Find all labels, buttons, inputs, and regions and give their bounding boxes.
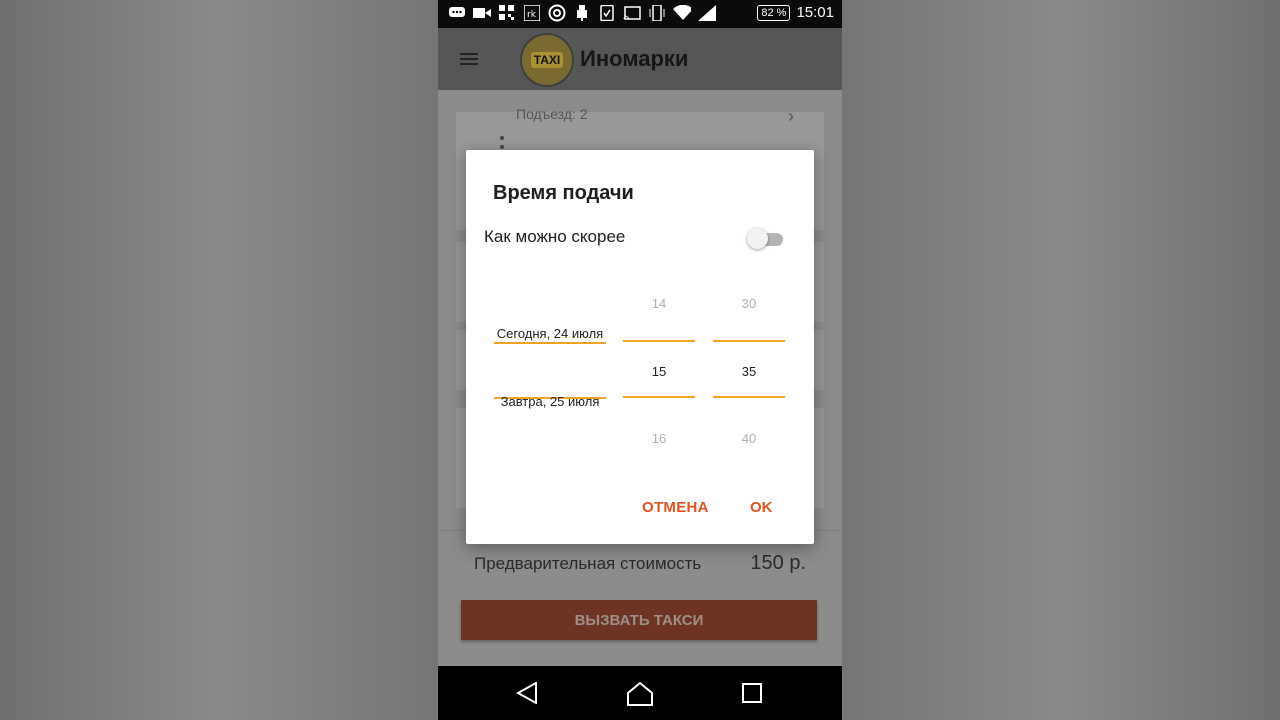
hour-selected[interactable]: 15 — [623, 364, 695, 379]
entrance-label: Подъезд: 2 — [516, 106, 588, 122]
app-bar: TAXI Иномарки — [438, 28, 842, 90]
asap-label: Как можно скорее — [484, 227, 626, 246]
app-title: Иномарки — [580, 46, 689, 71]
right-backdrop — [842, 0, 1280, 720]
minute-prev[interactable]: 30 — [713, 296, 785, 311]
minute-picker[interactable]: 30 35 40 — [713, 290, 785, 460]
hour-next[interactable]: 16 — [623, 431, 695, 446]
message-icon — [448, 4, 466, 22]
date-picker[interactable]: Сегодня, 24 июля Завтра, 25 июля — [494, 290, 606, 420]
ok-button[interactable]: OK — [750, 499, 773, 516]
video-icon — [473, 4, 491, 22]
pickup-time-dialog: Время подачи Как можно скорее Сегодня, 2… — [466, 150, 814, 544]
wifi-icon — [673, 4, 691, 22]
date-option[interactable]: Сегодня, 24 июля — [494, 326, 606, 341]
cancel-button[interactable]: ОТМЕНА — [642, 499, 709, 516]
battery-indicator: 82 % — [757, 4, 791, 21]
logo-text: TAXI — [530, 52, 564, 68]
hour-prev[interactable]: 14 — [623, 296, 695, 311]
navigation-bar — [438, 666, 842, 720]
taxi-logo: TAXI — [520, 33, 574, 87]
signal-icon — [698, 4, 716, 22]
recent-apps-icon[interactable] — [741, 682, 765, 704]
hamburger-menu-icon[interactable] — [460, 53, 478, 65]
call-taxi-button[interactable]: ВЫЗВАТЬ ТАКСИ — [461, 600, 817, 640]
minute-selected[interactable]: 35 — [713, 364, 785, 379]
date-option[interactable]: Завтра, 25 июля — [494, 394, 606, 409]
left-backdrop — [0, 0, 438, 720]
usb-icon — [573, 4, 591, 22]
checklist-icon — [598, 4, 616, 22]
clock: 15:01 — [796, 4, 834, 21]
picker-divider — [494, 342, 606, 344]
price-label: Предварительная стоимость — [474, 554, 702, 573]
rk-icon: rk — [523, 4, 541, 22]
chevron-right-icon: › — [788, 106, 794, 126]
picker-divider — [623, 396, 695, 398]
grid-icon — [498, 4, 516, 22]
asap-toggle[interactable] — [747, 226, 785, 249]
price-value: 150 р. — [750, 552, 806, 574]
minute-next[interactable]: 40 — [713, 431, 785, 446]
status-bar: rk 82 % 15:01 — [438, 0, 842, 28]
picker-divider — [623, 340, 695, 342]
back-icon[interactable] — [515, 681, 540, 705]
home-icon[interactable] — [627, 681, 653, 706]
picker-divider — [713, 396, 785, 398]
phone-screen: rk 82 % 15:01 TAXI Иномарки Подъезд: 2 ›… — [438, 0, 842, 720]
vibrate-icon — [648, 4, 666, 22]
svg-text:rk: rk — [527, 10, 537, 20]
at-icon — [548, 4, 566, 22]
cast-icon — [623, 4, 641, 22]
hour-picker[interactable]: 14 15 16 — [623, 290, 695, 460]
dialog-title: Время подачи — [493, 182, 634, 204]
picker-divider — [713, 340, 785, 342]
toggle-thumb — [747, 228, 768, 249]
